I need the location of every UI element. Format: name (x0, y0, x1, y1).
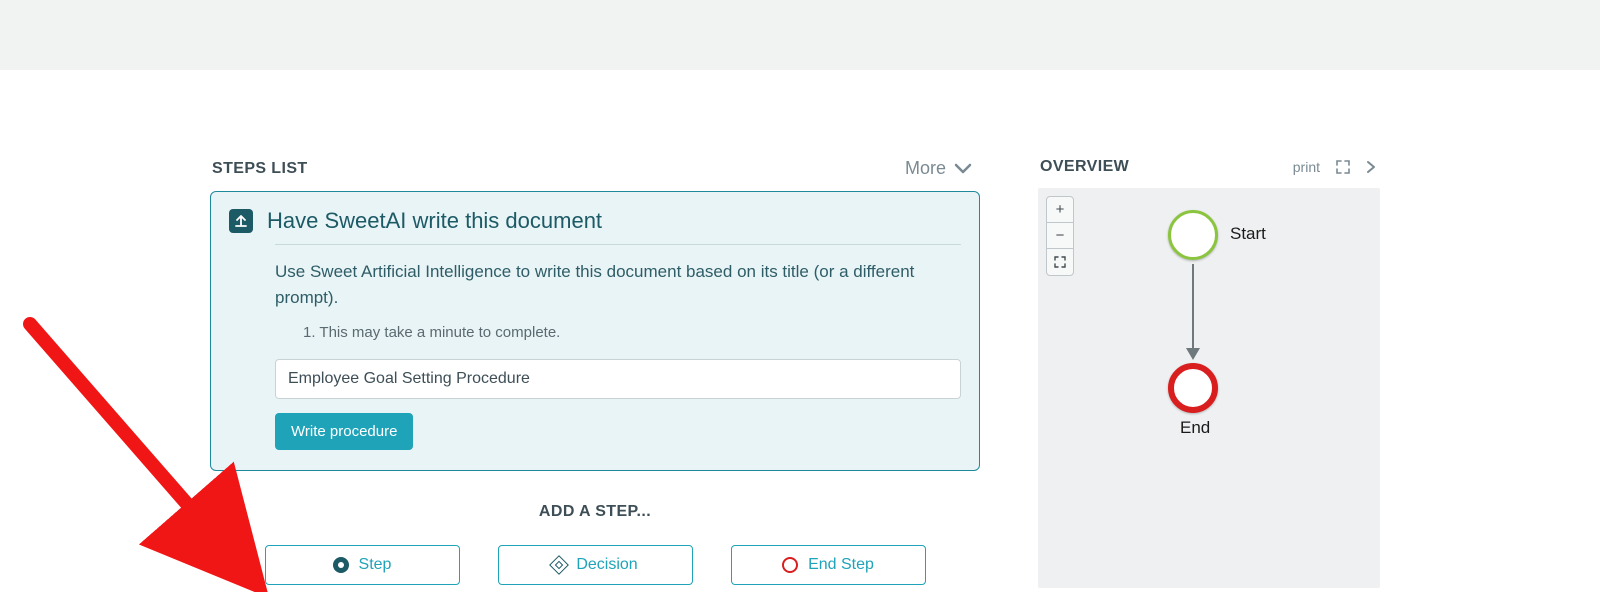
card-body: Use Sweet Artificial Intelligence to wri… (275, 244, 961, 450)
flow-edge (1192, 264, 1194, 352)
flow-diagram: Start End (1038, 188, 1380, 588)
add-end-step-button[interactable]: End Step (731, 545, 926, 585)
steps-column: STEPS LIST More Have SweetAI write this … (210, 158, 980, 585)
overview-column: OVERVIEW print + − Start (1038, 158, 1380, 588)
write-procedure-button[interactable]: Write procedure (275, 413, 413, 450)
card-note: 1. This may take a minute to complete. (303, 324, 961, 341)
expand-icon[interactable] (1336, 160, 1350, 174)
overview-panel: + − Start End (1038, 188, 1380, 588)
main-content: STEPS LIST More Have SweetAI write this … (0, 70, 1600, 588)
chevron-down-icon (954, 163, 972, 175)
steps-list-title: STEPS LIST (212, 160, 308, 178)
upload-icon (229, 209, 253, 233)
add-step-heading: ADD A STEP... (210, 503, 980, 521)
chevron-right-icon[interactable] (1366, 160, 1376, 174)
card-divider (275, 244, 961, 245)
top-bar (0, 0, 1600, 70)
card-header: Have SweetAI write this document (229, 208, 961, 234)
end-node[interactable] (1168, 363, 1218, 413)
overview-header: OVERVIEW print (1038, 158, 1380, 188)
note-ordinal: 1. (303, 324, 319, 341)
add-decision-button[interactable]: Decision (498, 545, 693, 585)
add-decision-label: Decision (576, 556, 637, 574)
start-node[interactable] (1168, 210, 1218, 260)
print-link[interactable]: print (1293, 159, 1320, 175)
more-menu[interactable]: More (905, 158, 972, 179)
card-description: Use Sweet Artificial Intelligence to wri… (275, 259, 961, 310)
overview-title: OVERVIEW (1040, 158, 1129, 176)
step-icon (333, 557, 349, 573)
more-label: More (905, 158, 946, 179)
start-node-label: Start (1230, 224, 1266, 244)
add-step-button[interactable]: Step (265, 545, 460, 585)
card-title: Have SweetAI write this document (267, 208, 602, 234)
add-step-label: Step (359, 556, 392, 574)
end-node-label: End (1180, 418, 1210, 438)
step-buttons-row: Step Decision End Step (210, 545, 980, 585)
sweetai-card: Have SweetAI write this document Use Swe… (210, 191, 980, 471)
end-step-icon (782, 557, 798, 573)
prompt-input[interactable] (275, 359, 961, 399)
note-text: This may take a minute to complete. (319, 324, 560, 341)
add-end-step-label: End Step (808, 556, 874, 574)
flow-edge-arrowhead (1186, 348, 1200, 360)
overview-tools: print (1293, 159, 1376, 175)
steps-header: STEPS LIST More (210, 158, 980, 191)
decision-icon (552, 558, 566, 572)
